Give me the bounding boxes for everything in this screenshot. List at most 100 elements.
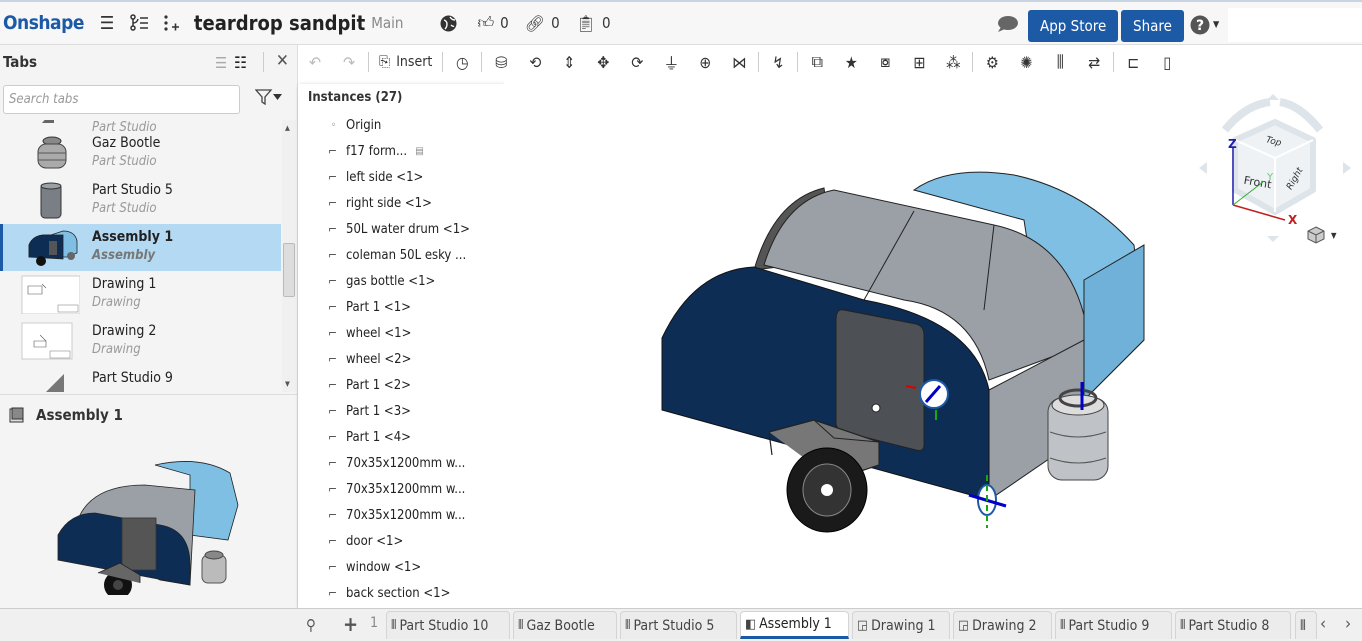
rotate-up-arrow[interactable] <box>1267 94 1279 100</box>
view-options-dropdown[interactable]: ▼ <box>1307 226 1337 244</box>
rotate-left-arrow[interactable] <box>1199 162 1207 174</box>
scroll-down-arrow[interactable]: ▼ <box>285 380 290 388</box>
tab-label: Assembly 1 <box>759 616 832 632</box>
circular-pattern-icon[interactable]: ⁂ <box>936 53 970 72</box>
clock-history-icon[interactable]: ◷ <box>445 53 479 72</box>
search-tabs-input[interactable]: Search tabs <box>3 85 240 114</box>
instance-item[interactable]: ⌐ back section <1> <box>298 580 504 606</box>
instance-item[interactable]: ⌐ wheel <2> <box>298 346 504 372</box>
instance-item[interactable]: ⌐ 70x35x1200mm w... <box>298 450 504 476</box>
scroll-tabs-right-icon[interactable]: › <box>1345 614 1351 634</box>
version-graph-icon[interactable] <box>128 14 150 32</box>
mass-properties-icon[interactable]: ▯ <box>1150 53 1184 72</box>
toolbar-divider <box>972 52 974 72</box>
instance-item[interactable]: ⌐ door <1> <box>298 528 504 554</box>
instance-item[interactable]: ⌐ Part 1 <4> <box>298 424 504 450</box>
pin-slot-mate-icon[interactable]: ⏚ <box>654 50 688 74</box>
help-icon[interactable]: ? ▼ <box>1190 15 1219 35</box>
document-tab[interactable]: ⫴ Gaz Bootle <box>513 611 617 639</box>
copies-counter[interactable]: 📋︎ 0 <box>576 14 611 33</box>
tabs-scrollbar-thumb[interactable] <box>283 243 295 297</box>
door[interactable] <box>835 309 925 451</box>
fastened-mate-icon[interactable]: ⛁ <box>484 53 518 72</box>
instance-item[interactable]: ⌐ 70x35x1200mm w... <box>298 502 504 528</box>
revolute-mate-icon[interactable]: ⟲ <box>518 53 552 72</box>
tab-list-item[interactable]: Part Studio 5 Part Studio <box>0 177 281 224</box>
measure-icon[interactable]: ⊏ <box>1116 53 1150 72</box>
screw-relation-icon[interactable]: ⫼ <box>1043 52 1077 72</box>
ball-mate-icon[interactable]: ⊕ <box>688 53 722 72</box>
instance-item[interactable]: ⌐ gas bottle <1> <box>298 268 504 294</box>
tab-list-item-selected[interactable]: Assembly 1 Assembly <box>0 224 281 271</box>
scroll-tabs-left-icon[interactable]: ‹ <box>1320 614 1326 634</box>
document-tab[interactable]: ⫴ Part Studio 8 <box>1175 611 1291 639</box>
insert-button[interactable]: ⎘ Insert <box>371 54 440 70</box>
rotate-down-arrow[interactable] <box>1267 236 1279 242</box>
links-counter[interactable]: 🔗︎ 0 <box>525 14 560 33</box>
comments-icon[interactable] <box>997 15 1019 37</box>
part-instance-icon: ⌐ <box>328 144 338 158</box>
instance-item[interactable]: ⌐ f17 form... ▤ <box>298 138 504 164</box>
document-tab[interactable]: ⫴ Part Studio 10 <box>386 611 510 639</box>
list-view-icon[interactable]: ☰ <box>215 54 227 72</box>
instance-label: Part 1 <2> <box>346 377 411 393</box>
instance-item[interactable]: ⌐ Part 1 <1> <box>298 294 504 320</box>
instance-item[interactable]: ⌐ Part 1 <3> <box>298 398 504 424</box>
hamburger-menu-icon[interactable]: ☰ <box>96 13 118 34</box>
globe-icon[interactable] <box>437 15 459 32</box>
instance-item[interactable]: ⌐ coleman 50L esky ... <box>298 242 504 268</box>
document-tab[interactable]: ◲ Drawing 1 <box>852 611 950 639</box>
user-menu[interactable] <box>1228 8 1362 42</box>
onshape-logo[interactable]: Onshape <box>3 12 84 34</box>
instance-item[interactable]: ⌐ wheel <1> <box>298 320 504 346</box>
document-tab[interactable]: ◲ Drawing 2 <box>953 611 1052 639</box>
create-branch-icon[interactable] <box>160 14 182 32</box>
branch-name[interactable]: Main <box>371 14 403 32</box>
tab-list-item[interactable]: Drawing 1 Drawing <box>0 271 281 318</box>
mate-connector-icon[interactable]: ★ <box>834 53 868 72</box>
filter-icon[interactable] <box>254 89 283 109</box>
tabs-panel-header: Tabs ☰ ☷ ✕ <box>0 45 297 79</box>
tangent-mate-icon[interactable]: ↯ <box>761 53 795 72</box>
instance-item[interactable]: ⌐ right side <1> <box>298 190 504 216</box>
rotate-right-arrow[interactable] <box>1343 162 1351 174</box>
gear-relation-icon[interactable]: ⚙ <box>975 53 1009 72</box>
instance-item[interactable]: ⌐ Part 1 <2> <box>298 372 504 398</box>
hidden-tab-fragment[interactable]: 1 <box>370 615 378 631</box>
rack-pinion-icon[interactable]: ✺ <box>1009 53 1043 72</box>
document-title[interactable]: teardrop sandpit <box>194 11 365 35</box>
scroll-up-arrow[interactable]: ▲ <box>285 124 290 132</box>
cylindrical-mate-icon[interactable]: ⟳ <box>620 53 654 72</box>
drawing-thumbnail <box>21 275 80 314</box>
origin-item[interactable]: ◦ Origin <box>298 112 504 138</box>
document-tab[interactable]: ⫴ Part Studio 5 <box>620 611 737 639</box>
close-panel-icon[interactable]: ✕ <box>276 51 289 71</box>
planar-mate-icon[interactable]: ✥ <box>586 53 620 72</box>
redo-icon[interactable]: ↷ <box>332 53 366 72</box>
likes-counter[interactable]: 👍︎ 0 <box>477 13 508 33</box>
document-tab[interactable]: ⫴ Part Studio 9 <box>1055 611 1172 639</box>
replicate-icon[interactable]: ⧇ <box>868 52 902 72</box>
slider-mate-icon[interactable]: ⇕ <box>552 53 586 72</box>
instance-item[interactable]: ⌐ 50L water drum <1> <box>298 216 504 242</box>
document-tab-partial[interactable]: ⫴ <box>1295 611 1317 639</box>
detail-view-icon[interactable]: ☷ <box>234 53 247 72</box>
undo-icon[interactable]: ↶ <box>298 53 332 72</box>
parallel-mate-icon[interactable]: ⋈ <box>722 53 756 72</box>
pattern-icon[interactable]: ⊞ <box>902 53 936 72</box>
instance-item[interactable]: ⌐ window <1> <box>298 554 504 580</box>
tab-list-item[interactable]: Part Studio 9 <box>0 365 281 392</box>
view-cube[interactable]: Top Front Right Z X Y ▼ <box>1195 90 1355 250</box>
tab-manager-icon[interactable]: ⚲ <box>306 616 316 634</box>
group-icon[interactable]: ⧉ <box>800 52 834 72</box>
app-store-button[interactable]: App Store <box>1028 10 1119 42</box>
tab-list-item[interactable]: Gaz Bootle Part Studio <box>0 130 281 177</box>
tab-list-item[interactable]: Drawing 2 Drawing <box>0 318 281 365</box>
part-instance-icon: ⌐ <box>328 560 338 574</box>
document-tab[interactable]: ◧ Assembly 1 <box>740 611 849 639</box>
add-tab-button[interactable]: + <box>343 612 358 636</box>
instance-item[interactable]: ⌐ 70x35x1200mm w... <box>298 476 504 502</box>
instance-item[interactable]: ⌐ left side <1> <box>298 164 504 190</box>
linear-relation-icon[interactable]: ⇄ <box>1077 53 1111 72</box>
share-button[interactable]: Share <box>1121 10 1184 42</box>
